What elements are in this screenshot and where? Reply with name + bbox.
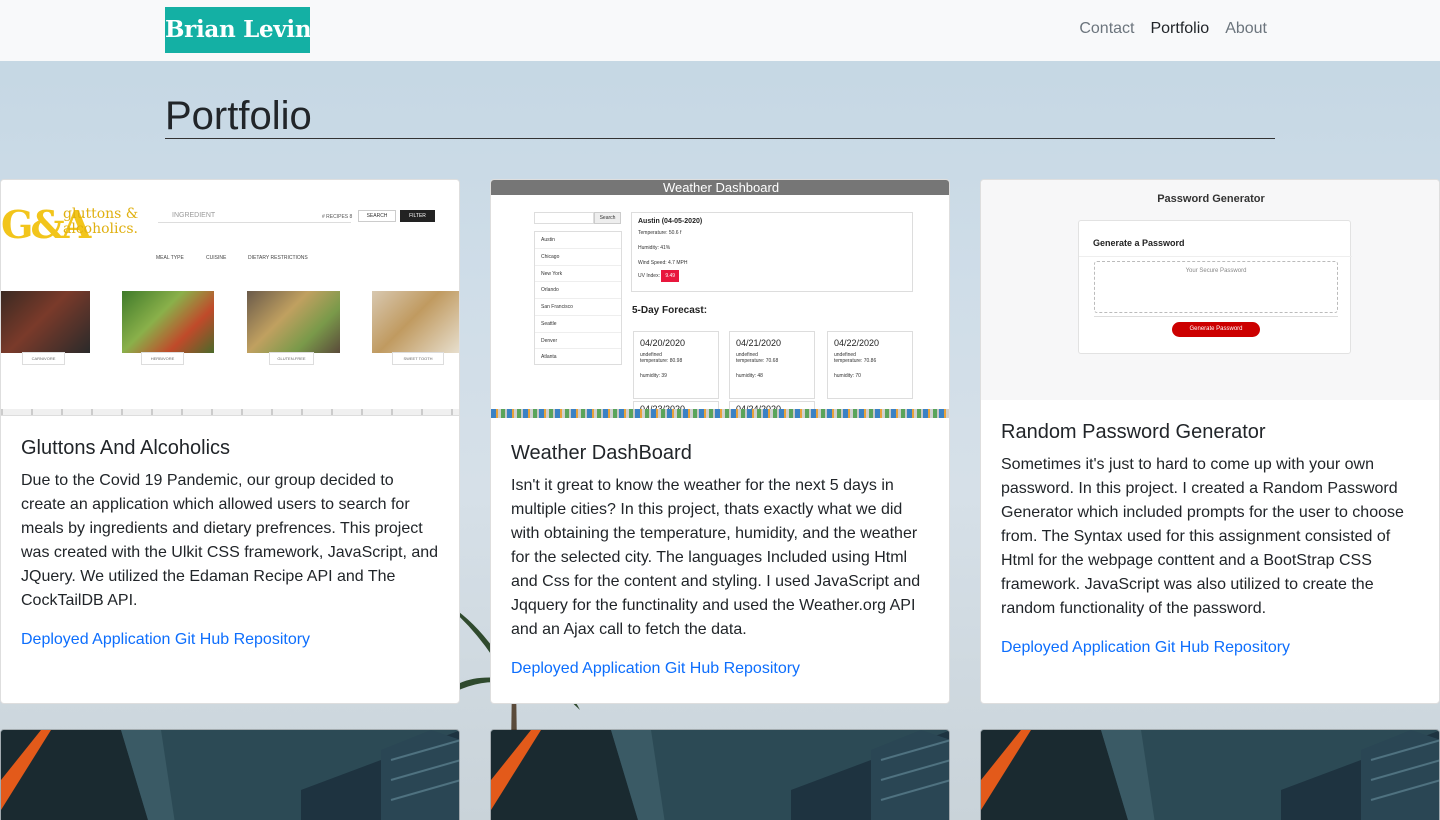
screenshot-recipe-count: # RECIPES 8 [322,214,353,220]
card-links: Deployed Application Git Hub Repository [511,657,931,681]
building-photo [491,730,949,820]
screenshot-filter-diet: DIETARY RESTRICTIONS [248,255,308,261]
screenshot-generate-button: Generate Password [1172,322,1260,337]
screenshot-filter-button: FILTER [400,210,435,222]
screenshot-forecast-title: 5-Day Forecast: [632,305,708,316]
screenshot-forecast-card: 04/22/2020 undefined temperature: 70.86 … [827,331,913,399]
screenshot-food-image [122,291,214,353]
screenshot-category-sweettooth: SWEET TOOTH [392,352,444,365]
project-card-image[interactable] [490,729,950,820]
screenshot-header: Weather Dashboard [491,180,949,195]
screenshot-category-carnivore: CARNIVORE [22,352,65,365]
screenshot-city-list: Austin Chicago New York Orlando San Fran… [534,231,622,365]
project-screenshot[interactable]: Weather Dashboard Search Austin Chicago … [491,180,949,420]
screenshot-password-field: Your Secure Password [1094,261,1338,313]
deployed-application-link[interactable]: Deployed Application [21,631,170,648]
card-body: Random Password Generator Sometimes it's… [1001,420,1421,660]
screenshot-uv-badge: 9.49 [661,270,680,282]
screenshot-generator-card: Generate a Password Your Secure Password… [1078,220,1352,354]
project-card-image[interactable] [980,729,1440,820]
github-repository-link[interactable]: Git Hub Repository [665,660,800,677]
screenshot-filter-cuisine: CUISINE [206,255,227,261]
card-body: Gluttons And Alcoholics Due to the Covid… [21,436,441,652]
screenshot-search-input [534,212,594,224]
nav-links: Contact Portfolio About [1079,19,1267,39]
card-description: Sometimes it's just to hard to come up w… [1001,456,1404,617]
screenshot-forecast-card: 04/21/2020 undefined temperature: 70.68 … [729,331,815,399]
screenshot-search-button: SEARCH [358,210,396,222]
project-card-password: Password Generator Generate a Password Y… [980,179,1440,704]
card-title: Weather DashBoard [511,442,692,464]
project-card-image[interactable] [0,729,460,820]
screenshot-taskbar [1,409,459,415]
navbar: Brian Levin Contact Portfolio About [0,0,1440,61]
brand-logo[interactable]: Brian Levin [165,7,310,53]
building-photo [1,730,459,820]
card-links: Deployed Application Git Hub Repository [1001,636,1421,660]
nav-contact[interactable]: Contact [1079,19,1134,39]
screenshot-dock [491,409,949,418]
screenshot-search-button: Search [594,212,621,224]
screenshot-header: Password Generator [1157,193,1265,205]
screenshot-forecast-card: 04/20/2020 undefined temperature: 80.98 … [633,331,719,399]
project-card-weather: Weather Dashboard Search Austin Chicago … [490,179,950,704]
card-links: Deployed Application Git Hub Repository [21,628,441,652]
screenshot-category-herbivore: HERBIVORE [141,352,184,365]
card-body: Weather DashBoard Isn't it great to know… [511,441,931,681]
screenshot-logo-text: gluttons & alcoholics. [63,206,139,237]
title-divider [165,138,1275,139]
screenshot-food-image [247,291,340,353]
deployed-application-link[interactable]: Deployed Application [511,660,660,677]
card-title: Random Password Generator [1001,421,1266,443]
card-title: Gluttons And Alcoholics [21,437,231,459]
project-screenshot[interactable]: Password Generator Generate a Password Y… [981,180,1439,400]
github-repository-link[interactable]: Git Hub Repository [1155,639,1290,656]
screenshot-filter-meal: MEAL TYPE [156,255,184,261]
github-repository-link[interactable]: Git Hub Repository [175,631,310,648]
project-screenshot[interactable]: G&A gluttons & alcoholics. INGREDIENT # … [1,180,459,416]
project-card-gluttons: G&A gluttons & alcoholics. INGREDIENT # … [0,179,460,704]
building-photo [981,730,1439,820]
screenshot-current-weather: Austin (04-05-2020) Temperature: 50.6 f … [631,212,913,292]
card-description: Due to the Covid 19 Pandemic, our group … [21,472,439,609]
screenshot-food-image [372,291,459,353]
nav-portfolio[interactable]: Portfolio [1150,19,1209,39]
card-description: Isn't it great to know the weather for t… [511,477,921,638]
screenshot-category-glutenfree: GLUTEN-FREE [269,352,314,365]
page-title: Portfolio [165,94,312,138]
deployed-application-link[interactable]: Deployed Application [1001,639,1150,656]
screenshot-food-image [1,291,90,353]
nav-about[interactable]: About [1225,19,1267,39]
